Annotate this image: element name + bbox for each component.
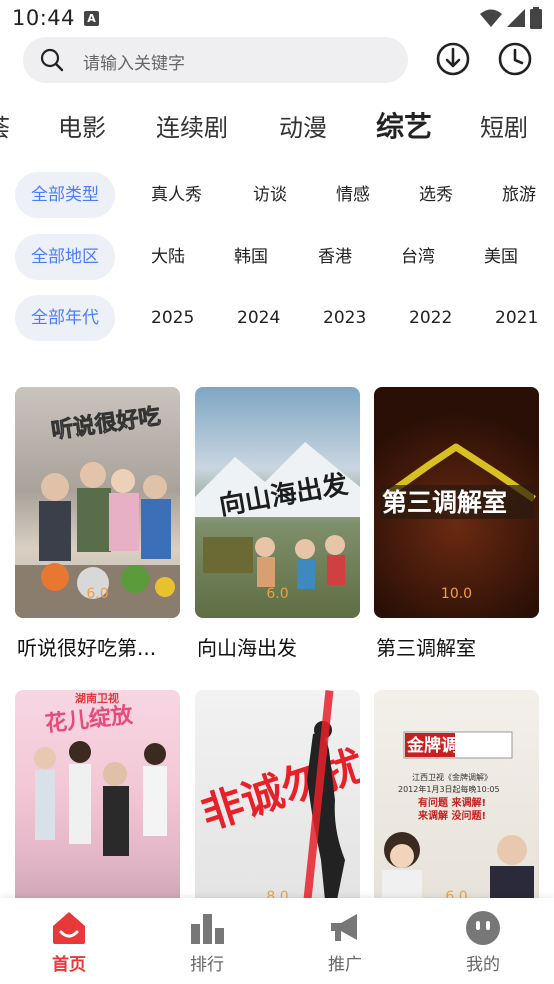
filter-region-option[interactable]: 美国: [484, 234, 518, 280]
filter-year-option[interactable]: 2022: [409, 295, 452, 341]
bar-chart-icon: [191, 914, 224, 944]
notification-icon: A: [84, 11, 99, 26]
battery-icon: [530, 7, 542, 29]
bottom-nav: 首页 排行 推广 我的: [0, 898, 554, 984]
nav-label: 首页: [52, 955, 86, 975]
filter-type-option[interactable]: 情感: [336, 172, 370, 218]
tab-partial[interactable]: 荟: [0, 108, 10, 143]
poster-subtitle-1: 江西卫视《金牌调解》: [412, 772, 492, 782]
home-icon: [53, 912, 85, 944]
poster-title-text: 金牌调解: [406, 735, 475, 756]
nav-label: 我的: [466, 955, 500, 975]
poster-art: 湖南卫视 花儿绽放: [34, 691, 167, 856]
search-icon: [40, 48, 64, 72]
megaphone-icon: [331, 914, 357, 941]
poster-title-text: 听说很好吃: [50, 403, 163, 444]
filter-region-all[interactable]: 全部地区: [15, 234, 115, 280]
filter-row-type: 全部类型 真人秀 访谈 情感 选秀 旅游: [0, 172, 554, 220]
filter-year-option[interactable]: 2021: [495, 295, 538, 341]
status-bar: 10:44 A: [0, 0, 554, 36]
score-label: 10.0: [440, 586, 473, 602]
status-icons: [480, 7, 542, 29]
card-title: 听说很好吃第...: [17, 636, 157, 660]
poster-slogan-1: 有问题 来调解!: [418, 796, 486, 809]
tab-anime[interactable]: 动漫: [279, 108, 327, 143]
svg-text:湖南卫视: 湖南卫视: [75, 691, 119, 705]
filter-row-region: 全部地区 大陆 韩国 香港 台湾 美国: [0, 234, 554, 282]
poster-art: 听说很好吃: [15, 403, 180, 618]
wifi-icon: [480, 9, 502, 27]
poster-slogan-2: 来调解 没问题!: [417, 809, 486, 822]
nav-home[interactable]: 首页: [0, 898, 138, 984]
poster-image: 向山海出发 6.0: [195, 387, 360, 618]
status-time: 10:44: [12, 6, 76, 30]
history-icon[interactable]: [497, 41, 533, 77]
score-label: 6.0: [86, 586, 109, 602]
filter-region-option[interactable]: 大陆: [151, 234, 185, 280]
score-label: 6.0: [266, 586, 289, 602]
filter-type-option[interactable]: 真人秀: [151, 172, 202, 218]
poster-image: 金牌调解 江西卫视《金牌调解》 2012年1月3日起每晚10:05 有问题 来调…: [374, 690, 539, 921]
filter-year-option[interactable]: 2024: [237, 295, 280, 341]
face-icon: [466, 911, 500, 945]
card-title: 向山海出发: [197, 636, 297, 660]
filter-year-all[interactable]: 全部年代: [15, 295, 115, 341]
poster-art: 向山海出发: [195, 442, 360, 589]
filter-year-option[interactable]: 2023: [323, 295, 366, 341]
card-title: 第三调解室: [376, 636, 476, 660]
download-icon[interactable]: [435, 41, 471, 77]
nav-label: 排行: [190, 955, 224, 975]
filter-type-option[interactable]: 旅游: [502, 172, 536, 218]
poster-art: 第三调解室: [380, 443, 536, 519]
nav-promote[interactable]: 推广: [276, 898, 414, 984]
signal-icon: [507, 9, 525, 27]
poster-art: 非诚勿扰: [195, 690, 360, 921]
poster-title-text: 花儿绽放: [44, 702, 135, 737]
card-title-bar: 听说很好吃第...: [15, 618, 180, 674]
poster-image: 非诚勿扰 8.0: [195, 690, 360, 921]
poster-image: 湖南卫视 花儿绽放: [15, 690, 180, 921]
filter-region-option[interactable]: 台湾: [401, 234, 435, 280]
nav-ranking[interactable]: 排行: [138, 898, 276, 984]
nav-profile[interactable]: 我的: [414, 898, 552, 984]
poster-image: 听说很好吃 6.0: [15, 387, 180, 618]
card-title-bar: 向山海出发: [195, 618, 360, 674]
poster-title-text: 第三调解室: [382, 488, 507, 517]
tab-variety[interactable]: 综艺: [376, 105, 432, 145]
filter-type-option[interactable]: 选秀: [419, 172, 453, 218]
nav-label: 推广: [328, 955, 362, 975]
filter-region-option[interactable]: 香港: [318, 234, 352, 280]
filter-row-year: 全部年代 2025 2024 2023 2022 2021: [0, 295, 554, 343]
poster-art: 金牌调解 江西卫视《金牌调解》 2012年1月3日起每晚10:05 有问题 来调…: [382, 731, 534, 921]
category-tabs: 荟 电影 连续剧 动漫 综艺 短剧: [0, 100, 554, 152]
search-input[interactable]: 请输入关键字: [23, 37, 408, 83]
filter-type-all[interactable]: 全部类型: [15, 172, 115, 218]
filter-type-option[interactable]: 访谈: [253, 172, 287, 218]
filter-region-option[interactable]: 韩国: [234, 234, 268, 280]
card-title-bar: 第三调解室: [374, 618, 539, 674]
poster-subtitle-2: 2012年1月3日起每晚10:05: [398, 784, 500, 794]
search-placeholder: 请输入关键字: [83, 54, 185, 74]
tab-short-drama[interactable]: 短剧: [480, 108, 528, 143]
poster-image: 第三调解室 10.0: [374, 387, 539, 618]
filter-year-option[interactable]: 2025: [151, 295, 194, 341]
tab-series[interactable]: 连续剧: [156, 108, 228, 143]
tab-movie[interactable]: 电影: [58, 108, 106, 143]
